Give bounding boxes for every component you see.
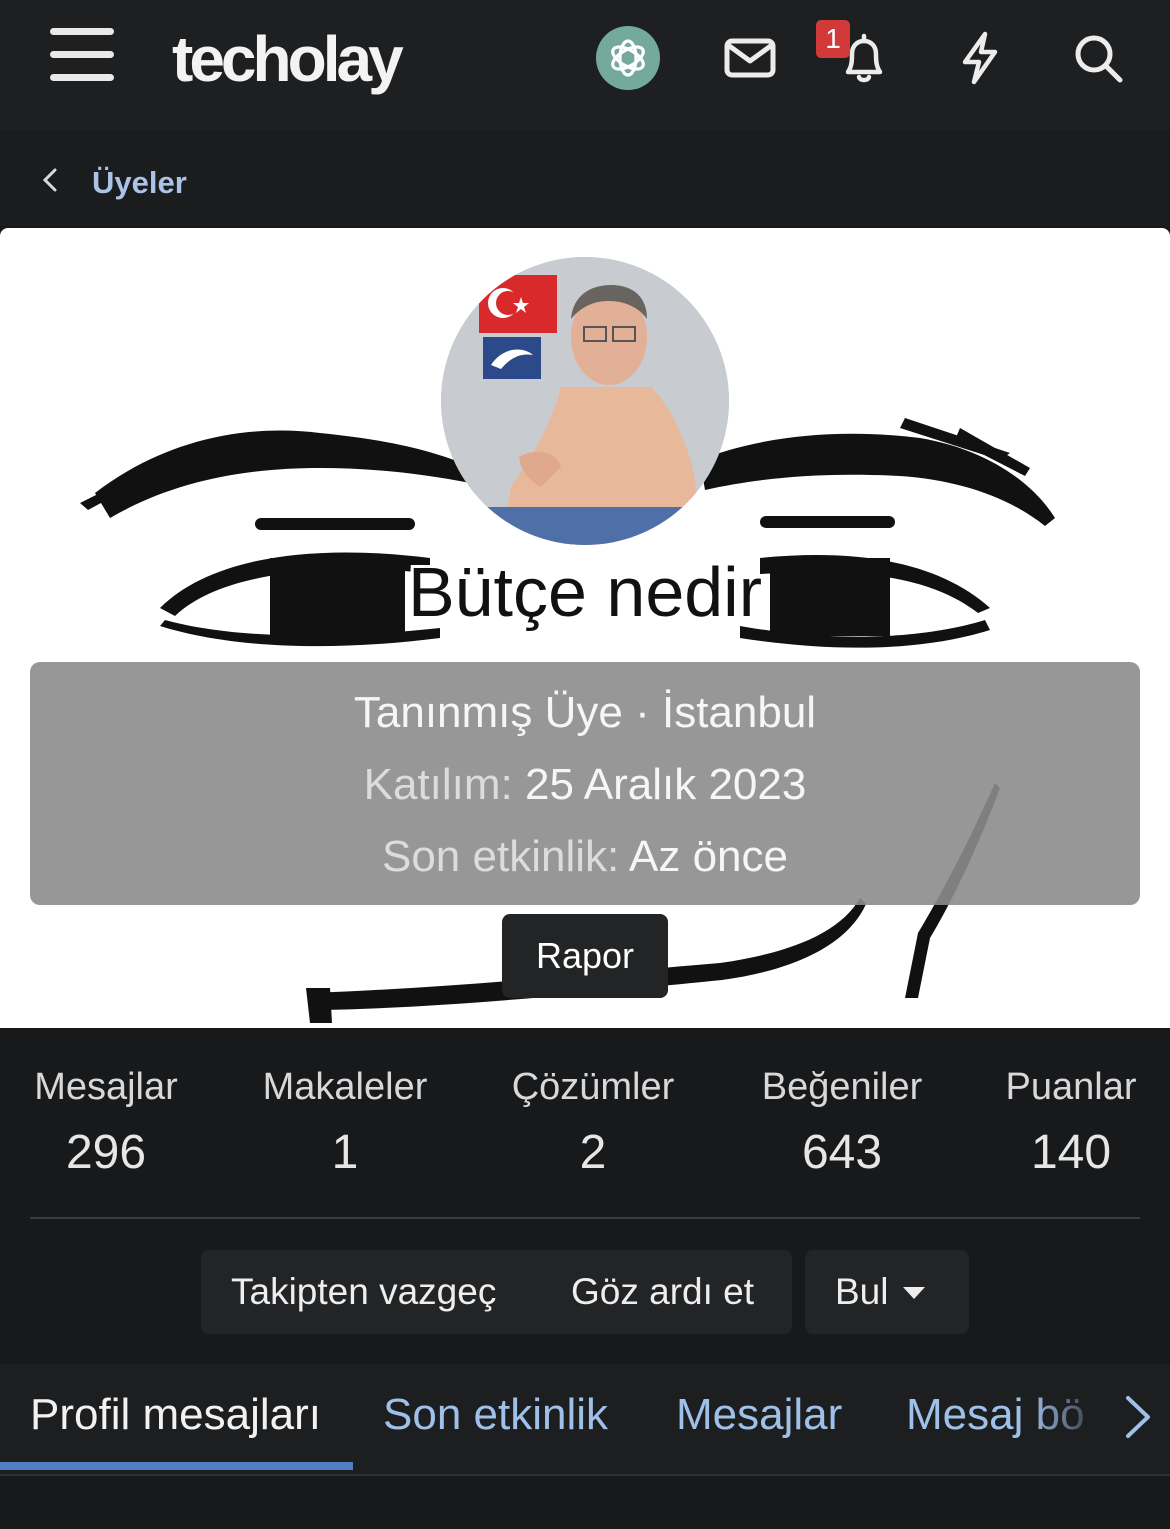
stat-articles[interactable]: Makaleler 1 — [257, 1066, 433, 1180]
ignore-button[interactable]: Göz ardı et — [571, 1250, 754, 1334]
last-activity-label: Son etkinlik: — [381, 832, 620, 881]
caret-down-icon — [903, 1287, 925, 1299]
find-dropdown-button[interactable]: Bul — [805, 1250, 969, 1334]
last-activity-line: Son etkinlik: Az önce — [30, 832, 1140, 882]
tab-messages[interactable]: Mesajlar — [676, 1390, 842, 1440]
stat-value: 296 — [65, 1126, 147, 1179]
joined-date: 25 Aralık 2023 — [525, 760, 807, 809]
stat-value: 643 — [801, 1126, 883, 1179]
stat-points[interactable]: Puanlar 140 — [1000, 1066, 1142, 1180]
site-logo[interactable]: techolay — [172, 22, 404, 96]
stat-messages[interactable]: Mesajlar 296 — [30, 1066, 182, 1180]
search-icon[interactable] — [1066, 26, 1130, 90]
stat-value: 1 — [331, 1126, 359, 1179]
unfollow-button[interactable]: Takipten vazgeç — [231, 1250, 496, 1334]
stat-solutions[interactable]: Çözümler 2 — [505, 1066, 681, 1180]
stat-label: Puanlar — [1005, 1066, 1137, 1108]
tab-profile-posts[interactable]: Profil mesajları — [30, 1390, 321, 1440]
last-activity-value: Az önce — [629, 832, 788, 881]
page-bottom — [0, 1476, 1170, 1529]
find-label: Bul — [835, 1271, 889, 1312]
chevron-right-icon[interactable] — [1120, 1394, 1156, 1440]
lightning-icon[interactable] — [948, 26, 1012, 90]
stat-likes[interactable]: Beğeniler 643 — [754, 1066, 930, 1180]
stat-label: Makaleler — [262, 1066, 428, 1108]
breadcrumb-link-members[interactable]: Üyeler — [92, 165, 187, 201]
stat-label: Mesajlar — [34, 1066, 178, 1108]
joined-label: Katılım: — [363, 760, 513, 809]
username: Bütçe nedir — [407, 553, 763, 631]
notification-badge: 1 — [816, 20, 850, 58]
stat-label: Beğeniler — [761, 1066, 923, 1108]
active-tab-indicator — [0, 1462, 353, 1470]
mail-icon[interactable] — [718, 26, 782, 90]
profile-banner: Bütçe nedir Tanınmış Üye · İstanbul Katı… — [0, 228, 1170, 1028]
user-title-location: Tanınmış Üye · İstanbul — [353, 688, 817, 737]
avatar[interactable] — [441, 257, 729, 545]
stat-value: 2 — [579, 1126, 607, 1179]
report-button[interactable]: Rapor — [502, 914, 668, 998]
stat-label: Çözümler — [511, 1066, 675, 1108]
joined-line: Katılım: 25 Aralık 2023 — [30, 760, 1140, 810]
stat-value: 140 — [1030, 1126, 1112, 1179]
tab-latest-activity[interactable]: Son etkinlik — [383, 1390, 608, 1440]
profile-info-box: Tanınmış Üye · İstanbul Katılım: 25 Aral… — [30, 662, 1140, 905]
top-bar: techolay 1 — [0, 0, 1170, 130]
stats-divider — [30, 1217, 1140, 1219]
chevron-left-icon[interactable] — [36, 166, 64, 194]
chatgpt-icon[interactable] — [596, 26, 660, 90]
menu-icon[interactable] — [50, 28, 114, 84]
